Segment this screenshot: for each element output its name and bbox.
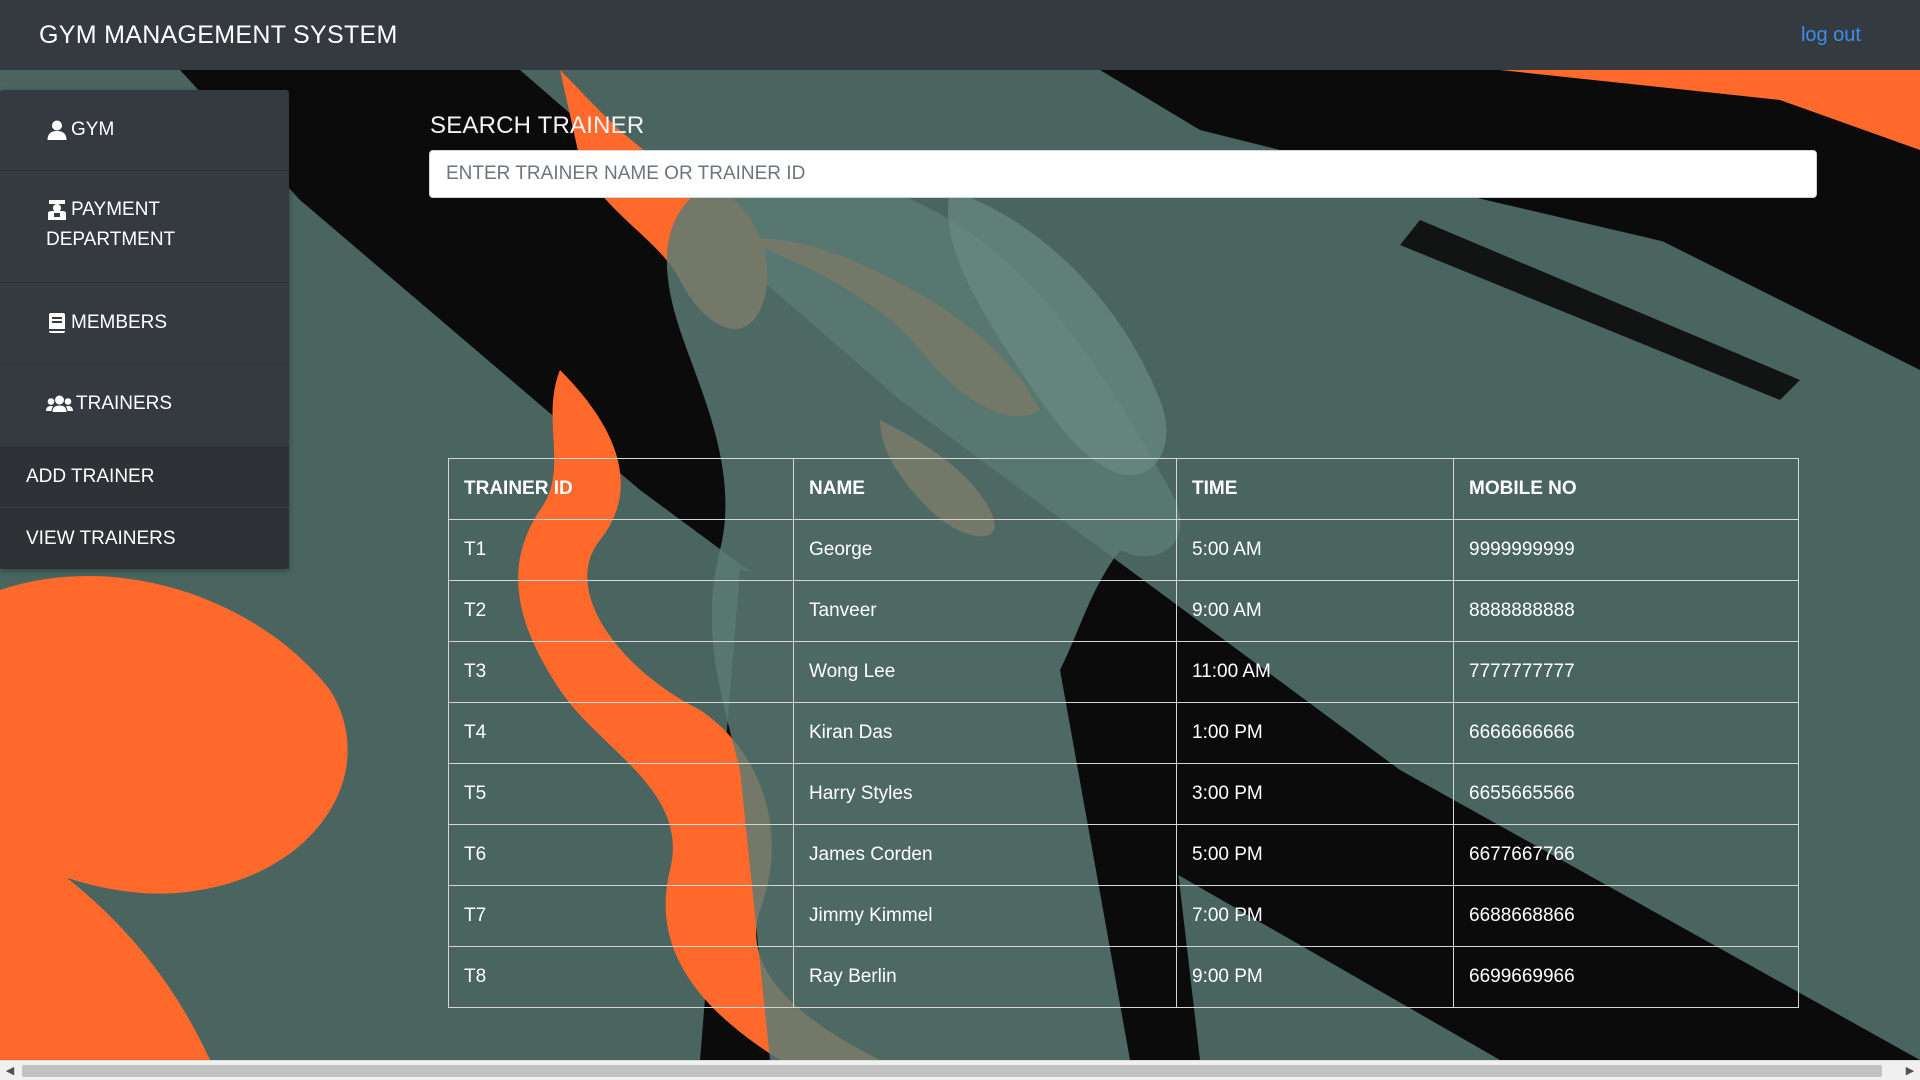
cell-mobile: 6666666666 [1453,702,1799,764]
column-header-time: TIME [1176,458,1454,520]
search-label: SEARCH TRAINER [430,112,645,139]
cell-trainer-id: T7 [448,885,794,947]
cell-trainer-id: T6 [448,824,794,886]
cashier-icon [46,199,68,221]
sidebar-item-gym[interactable]: GYM [0,90,289,171]
user-icon [46,119,68,141]
cell-mobile: 6655665566 [1453,763,1799,825]
app-title[interactable]: GYM MANAGEMENT SYSTEM [39,21,398,50]
sidebar-item-label: TRAINERS [76,393,173,414]
cell-name: Wong Lee [793,641,1177,703]
column-header-mobile-no: MOBILE NO [1453,458,1799,520]
cell-mobile: 9999999999 [1453,519,1799,581]
cell-time: 3:00 PM [1176,763,1454,825]
sidebar: GYM PAYMENT DEPARTMENT MEMBERS TRAINERS … [0,90,289,569]
sidebar-item-label: GYM [71,119,115,140]
cell-name: George [793,519,1177,581]
cell-time: 7:00 PM [1176,885,1454,947]
submenu-view-trainers[interactable]: VIEW TRAINERS [0,507,289,569]
sidebar-item-members[interactable]: MEMBERS [0,283,289,364]
scrollbar-thumb[interactable] [22,1065,1882,1077]
table-row: T2 Tanveer 9:00 AM 8888888888 [448,580,1799,642]
book-icon [46,312,68,334]
sidebar-item-label-line2: DEPARTMENT [46,229,176,250]
logout-link[interactable]: log out [1801,24,1861,47]
cell-time: 11:00 AM [1176,641,1454,703]
users-icon [46,393,73,415]
cell-mobile: 8888888888 [1453,580,1799,642]
trainers-table-container: TRAINER ID NAME TIME MOBILE NO T1 George… [448,458,1799,1008]
table-row: T1 George 5:00 AM 9999999999 [448,519,1799,581]
table-header-row: TRAINER ID NAME TIME MOBILE NO [448,458,1799,520]
table-row: T5 Harry Styles 3:00 PM 6655665566 [448,763,1799,825]
cell-name: James Corden [793,824,1177,886]
cell-mobile: 6688668866 [1453,885,1799,947]
horizontal-scrollbar[interactable]: ◀ ▶ [0,1060,1920,1080]
search-input[interactable] [429,150,1817,198]
cell-time: 5:00 PM [1176,824,1454,886]
cell-name: Kiran Das [793,702,1177,764]
sidebar-item-label-line1: PAYMENT [71,199,161,220]
sidebar-item-payment-department[interactable]: PAYMENT DEPARTMENT [0,171,289,283]
sidebar-item-label: MEMBERS [71,312,168,333]
submenu-add-trainer[interactable]: ADD TRAINER [0,445,289,507]
top-navbar: GYM MANAGEMENT SYSTEM log out [0,0,1920,70]
cell-mobile: 6677667766 [1453,824,1799,886]
column-header-trainer-id: TRAINER ID [448,458,794,520]
cell-mobile: 7777777777 [1453,641,1799,703]
cell-trainer-id: T8 [448,946,794,1008]
scroll-right-arrow-icon[interactable]: ▶ [1903,1064,1917,1078]
cell-mobile: 6699669966 [1453,946,1799,1008]
cell-trainer-id: T1 [448,519,794,581]
cell-time: 9:00 AM [1176,580,1454,642]
cell-time: 5:00 AM [1176,519,1454,581]
scroll-left-arrow-icon[interactable]: ◀ [3,1064,17,1078]
cell-trainer-id: T4 [448,702,794,764]
column-header-name: NAME [793,458,1177,520]
table-row: T8 Ray Berlin 9:00 PM 6699669966 [448,946,1799,1008]
trainers-submenu: ADD TRAINER VIEW TRAINERS [0,445,289,569]
cell-name: Ray Berlin [793,946,1177,1008]
table-row: T6 James Corden 5:00 PM 6677667766 [448,824,1799,886]
table-row: T7 Jimmy Kimmel 7:00 PM 6688668866 [448,885,1799,947]
table-row: T3 Wong Lee 11:00 AM 7777777777 [448,641,1799,703]
cell-trainer-id: T3 [448,641,794,703]
cell-name: Jimmy Kimmel [793,885,1177,947]
cell-time: 9:00 PM [1176,946,1454,1008]
cell-trainer-id: T5 [448,763,794,825]
sidebar-item-trainers[interactable]: TRAINERS [0,364,289,445]
table-row: T4 Kiran Das 1:00 PM 6666666666 [448,702,1799,764]
cell-trainer-id: T2 [448,580,794,642]
cell-name: Tanveer [793,580,1177,642]
cell-name: Harry Styles [793,763,1177,825]
trainers-table: TRAINER ID NAME TIME MOBILE NO T1 George… [448,458,1799,1008]
cell-time: 1:00 PM [1176,702,1454,764]
